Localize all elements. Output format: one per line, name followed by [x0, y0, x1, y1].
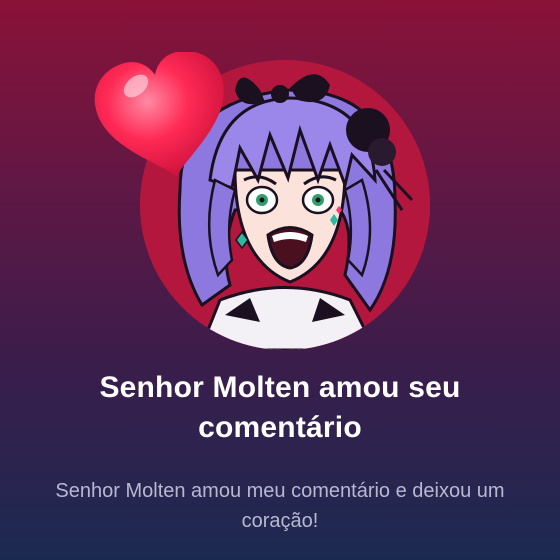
- notification-title: Senhor Molten amou seu comentário: [99, 371, 461, 444]
- heart-icon: [94, 52, 234, 182]
- notification-screen: Senhor Molten amou seu comentário Senhor…: [0, 0, 560, 560]
- notification-message: Senhor Molten amou meu comentário e deix…: [55, 480, 505, 532]
